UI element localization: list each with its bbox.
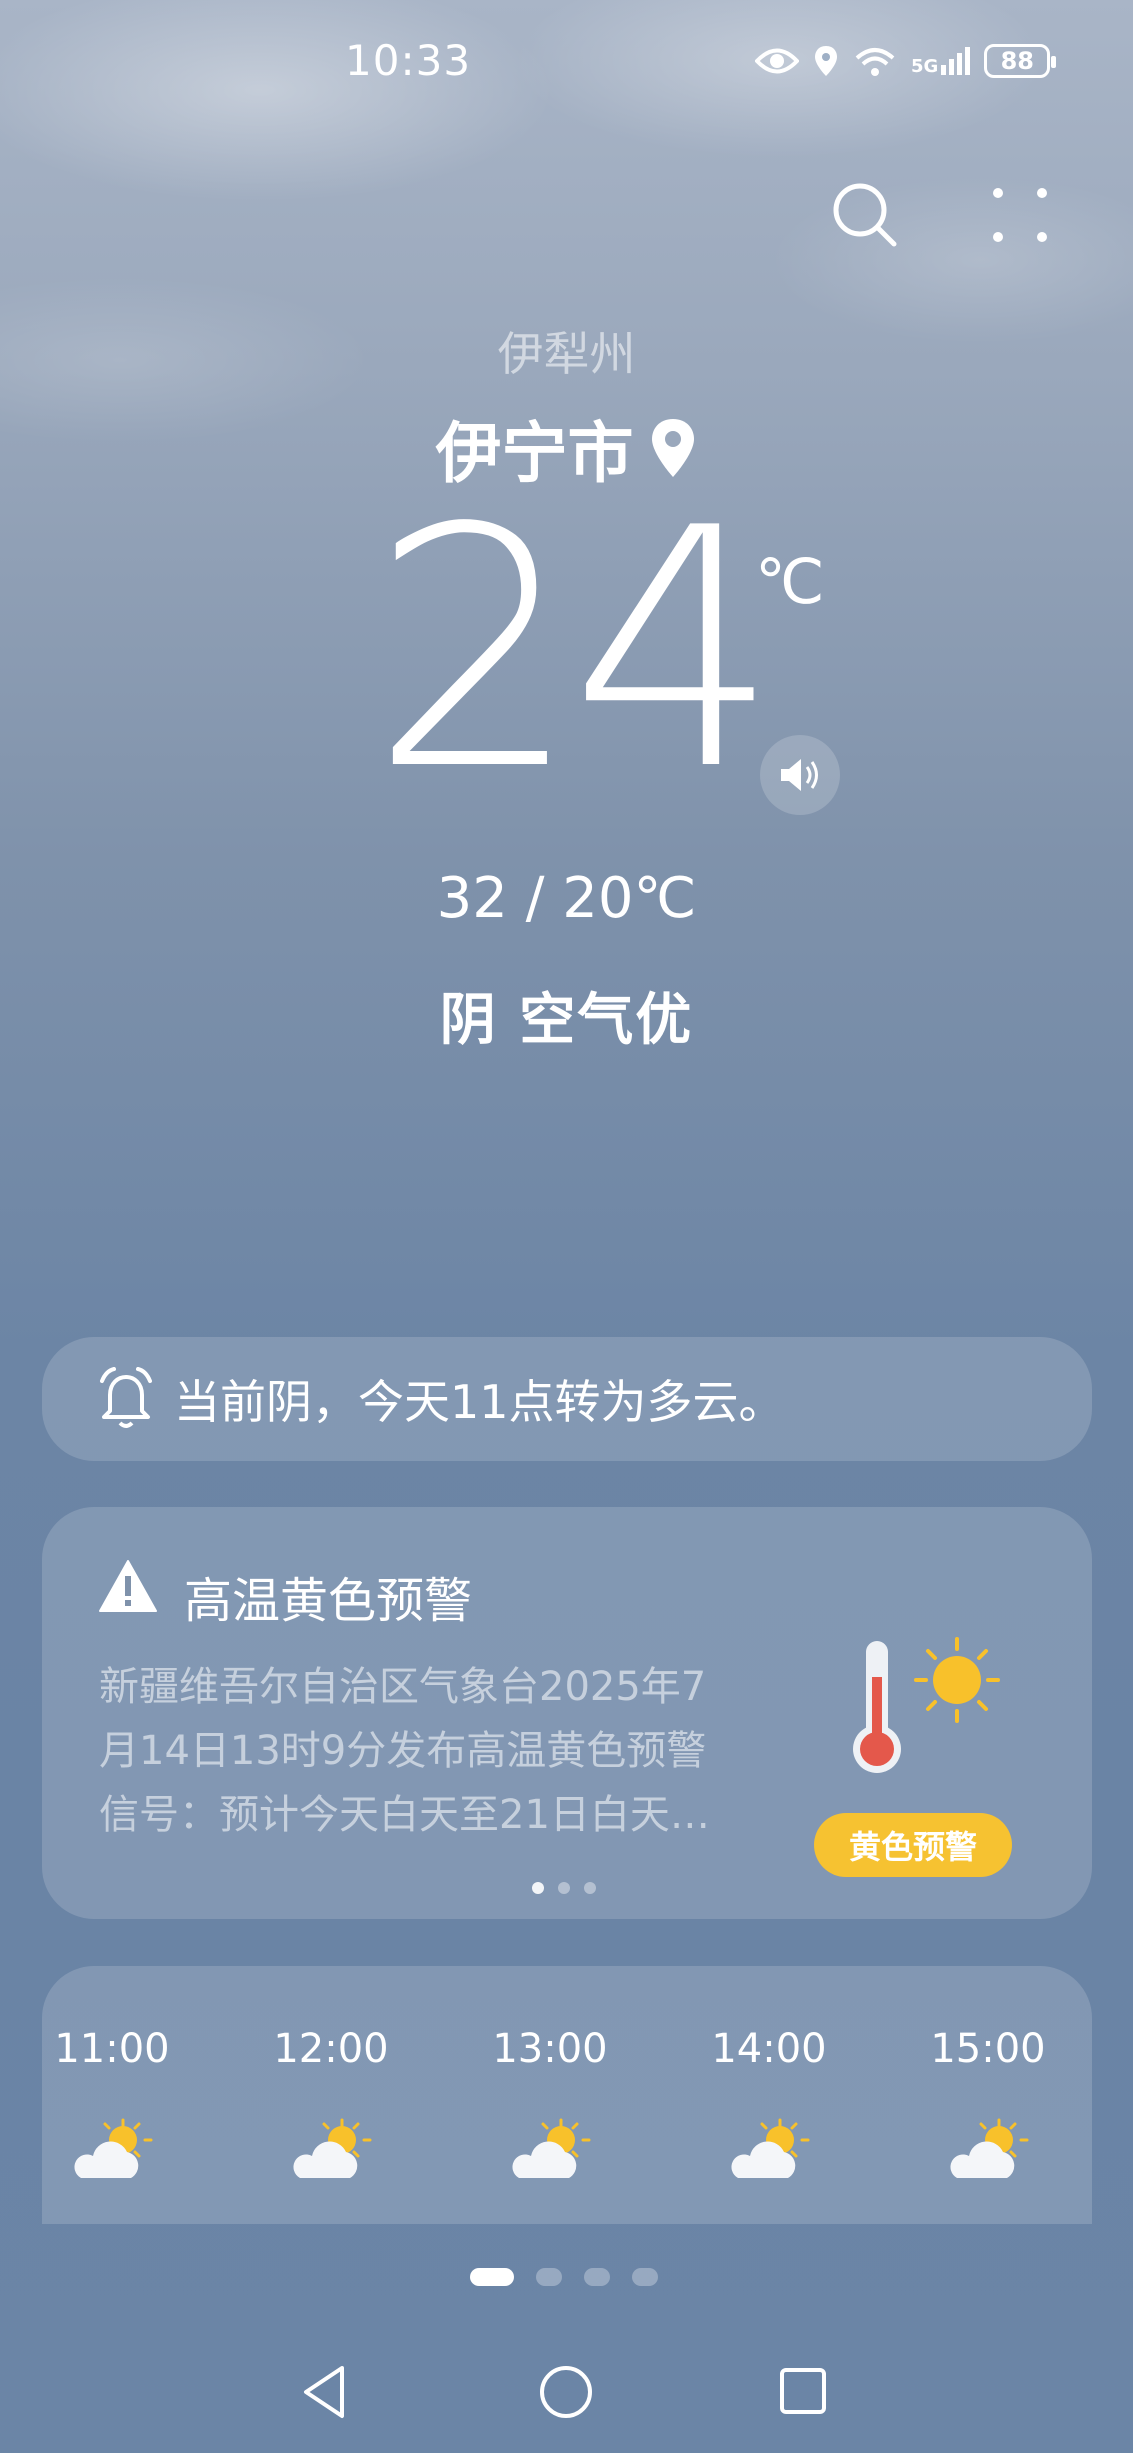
- search-icon: [833, 183, 897, 247]
- search-button[interactable]: [830, 180, 900, 250]
- thermometer-icon: [853, 1641, 901, 1773]
- forecast-notice-card[interactable]: 当前阴，今天11点转为多云。: [42, 1337, 1092, 1461]
- city-page-indicator: [470, 2268, 658, 2286]
- status-time: 10:33: [345, 36, 472, 85]
- alert-description: 新疆维吾尔自治区气象台2025年7 月14日13时9分发布高温黄色预警 信号：预…: [99, 1655, 799, 1847]
- page-dot: [470, 2268, 514, 2286]
- alarm-clock-icon: [100, 1367, 152, 1428]
- temperature-unit: ℃: [755, 545, 825, 618]
- hourly-forecast-card[interactable]: 11:00 12:00 13:00 14:00 15:00: [42, 1966, 1092, 2224]
- page-dot: [558, 1882, 570, 1894]
- hour-label: 14:00: [711, 2026, 827, 2072]
- partly-cloudy-icon: [512, 2118, 591, 2178]
- temperature-range: 32 / 20℃: [436, 866, 697, 931]
- status-icons: 5G 88: [755, 36, 1057, 86]
- speaker-icon: [781, 759, 818, 791]
- partly-cloudy-icon: [731, 2118, 810, 2178]
- hour-label: 12:00: [273, 2026, 389, 2072]
- four-dots-icon: [993, 188, 1047, 242]
- warning-triangle-icon: [99, 1560, 157, 1612]
- weather-condition: 阴 空气优: [439, 988, 694, 1053]
- page-dot: [536, 2268, 562, 2286]
- more-menu-button[interactable]: [990, 185, 1050, 245]
- partly-cloudy-icon: [950, 2118, 1029, 2178]
- location-icon: [815, 46, 837, 76]
- alert-line: 信号：预计今天白天至21日白天…: [99, 1792, 710, 1838]
- system-nav-bar: [0, 2350, 1133, 2430]
- eye-icon: [755, 48, 799, 74]
- signal-5g-icon: 5G: [911, 47, 971, 76]
- partly-cloudy-icon: [74, 2118, 153, 2178]
- wifi-icon: [855, 48, 895, 76]
- recents-icon[interactable]: [778, 2366, 828, 2416]
- battery-icon: 88: [984, 44, 1057, 78]
- alert-line: 新疆维吾尔自治区气象台2025年7: [99, 1664, 707, 1710]
- prefecture-label: 伊犁州: [497, 327, 636, 381]
- alert-page-indicator: [532, 1882, 596, 1894]
- battery-level: 88: [1000, 47, 1035, 75]
- back-icon[interactable]: [300, 2364, 350, 2420]
- voice-broadcast-button[interactable]: [760, 735, 840, 815]
- partly-cloudy-icon: [293, 2118, 372, 2178]
- notice-text: 当前阴，今天11点转为多云。: [174, 1375, 785, 1429]
- page-dot: [632, 2268, 658, 2286]
- page-dot: [584, 2268, 610, 2286]
- alert-title: 高温黄色预警: [184, 1573, 473, 1629]
- alert-level-badge: 黄色预警: [814, 1813, 1012, 1877]
- current-temperature: 24: [370, 458, 780, 842]
- alert-line: 月14日13时9分发布高温黄色预警: [99, 1728, 707, 1774]
- page-dot: [584, 1882, 596, 1894]
- hour-label: 15:00: [930, 2026, 1046, 2072]
- hour-label: 13:00: [492, 2026, 608, 2072]
- hour-label: 11:00: [54, 2026, 170, 2072]
- sun-icon: [914, 1637, 1000, 1723]
- weather-alert-card[interactable]: 高温黄色预警 新疆维吾尔自治区气象台2025年7 月14日13时9分发布高温黄色…: [42, 1507, 1092, 1919]
- page-dot: [532, 1882, 544, 1894]
- home-icon[interactable]: [538, 2364, 594, 2420]
